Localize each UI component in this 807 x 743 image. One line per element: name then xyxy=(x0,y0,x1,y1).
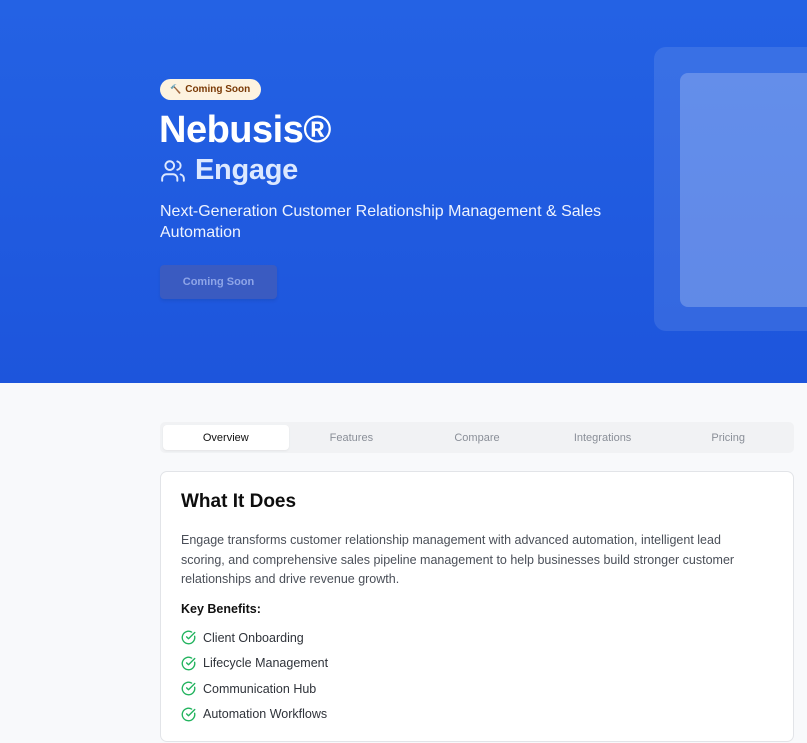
check-circle-icon xyxy=(181,656,196,671)
overview-card: What It Does Engage transforms customer … xyxy=(160,471,794,742)
list-item: Communication Hub xyxy=(181,676,328,702)
product-name: Engage xyxy=(195,154,298,186)
coming-soon-button[interactable]: Coming Soon xyxy=(160,265,277,299)
tab-integrations[interactable]: Integrations xyxy=(540,425,666,450)
benefit-label: Client Onboarding xyxy=(203,630,304,645)
benefit-label: Automation Workflows xyxy=(203,707,328,722)
list-item: Lifecycle Management xyxy=(181,651,328,677)
overview-title: What It Does xyxy=(181,491,297,512)
benefit-label: Lifecycle Management xyxy=(203,656,329,671)
check-circle-icon xyxy=(181,707,196,722)
overview-description: Engage transforms customer relationship … xyxy=(181,533,735,586)
coming-soon-badge: 🔨 Coming Soon xyxy=(160,79,262,100)
hero-tagline: Next-Generation Customer Relationship Ma… xyxy=(160,203,602,241)
benefit-label: Communication Hub xyxy=(203,681,317,696)
product-heading: Engage xyxy=(160,154,298,187)
hero-decoration-card xyxy=(680,73,807,307)
tab-compare[interactable]: Compare xyxy=(414,425,540,450)
hero-section: 🔨 Coming Soon Nebusis® Engage Next-Gener… xyxy=(0,0,807,383)
tab-pricing[interactable]: Pricing xyxy=(665,425,791,450)
hammer-icon: 🔨 xyxy=(170,84,182,94)
list-item: Client Onboarding xyxy=(181,625,328,651)
users-icon xyxy=(161,159,185,182)
check-circle-icon xyxy=(181,630,196,645)
tab-overview[interactable]: Overview xyxy=(163,425,289,450)
check-circle-icon xyxy=(181,681,196,696)
list-item: Automation Workflows xyxy=(181,702,328,728)
key-benefits-label: Key Benefits: xyxy=(181,602,261,616)
benefits-list: Client Onboarding Lifecycle Management C… xyxy=(181,625,328,727)
badge-label: Coming Soon xyxy=(185,84,251,95)
product-tabs: Overview Features Compare Integrations P… xyxy=(160,422,794,453)
brand-title: Nebusis® xyxy=(159,109,331,151)
tab-features[interactable]: Features xyxy=(289,425,415,450)
